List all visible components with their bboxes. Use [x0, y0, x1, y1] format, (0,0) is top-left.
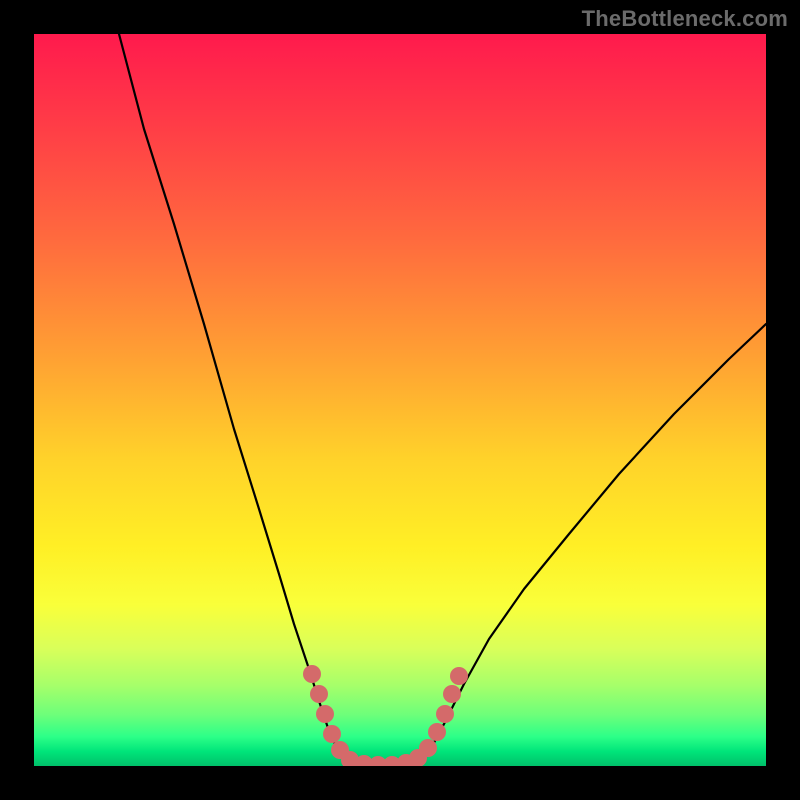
chart-frame: TheBottleneck.com [0, 0, 800, 800]
marker-dot [436, 705, 454, 723]
curve-markers [303, 665, 468, 766]
marker-dot [419, 739, 437, 757]
marker-dot [303, 665, 321, 683]
watermark-text: TheBottleneck.com [582, 6, 788, 32]
marker-dot [310, 685, 328, 703]
marker-dot [450, 667, 468, 685]
bottleneck-curve [119, 34, 766, 765]
marker-dot [316, 705, 334, 723]
marker-dot [323, 725, 341, 743]
marker-dot [443, 685, 461, 703]
curve-svg [34, 34, 766, 766]
plot-area [34, 34, 766, 766]
marker-dot [428, 723, 446, 741]
